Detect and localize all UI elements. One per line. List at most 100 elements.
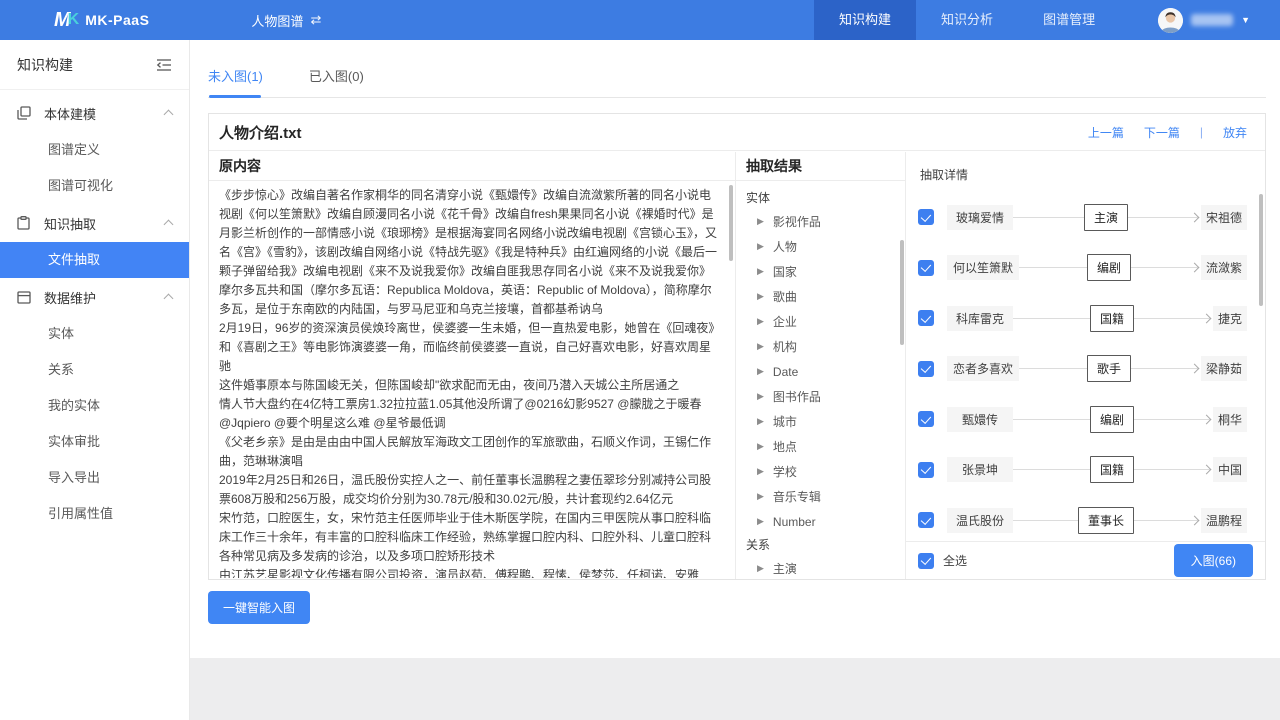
sidebar-item-graph-define[interactable]: 图谱定义 bbox=[0, 132, 189, 168]
tree-item-entity-type[interactable]: ▶学校 bbox=[746, 459, 901, 484]
tree-item-entity-type[interactable]: ▶ Number bbox=[746, 509, 901, 534]
avatar[interactable] bbox=[1158, 8, 1183, 33]
paragraph: 宋竹范，口腔医生，女，宋竹范主任医师毕业于佳木斯医学院，在国内三甲医院从事口腔科… bbox=[219, 509, 718, 566]
relation-label: 董事长 bbox=[1078, 507, 1134, 534]
source-entity: 恋者多喜欢 bbox=[947, 356, 1019, 381]
nav-tab-graph-manage[interactable]: 图谱管理 bbox=[1018, 0, 1120, 40]
tree-item-label: 图书作品 bbox=[773, 388, 821, 405]
tree-item-label: Number bbox=[773, 515, 816, 529]
sidebar-item-my-entity[interactable]: 我的实体 bbox=[0, 388, 189, 424]
smart-enter-graph-button[interactable]: 一键智能入图 bbox=[208, 591, 310, 624]
paragraph: 这件婚事原本与陈国峻无关，但陈国峻却"欲求配而无由，夜间乃潜入天城公主所居通之 bbox=[219, 376, 718, 395]
edge-arrow bbox=[1131, 267, 1199, 268]
edge-line bbox=[1013, 469, 1090, 470]
logo-k-glyph: K bbox=[68, 11, 80, 29]
tree-item-label: 人物 bbox=[773, 238, 797, 255]
row-checkbox[interactable] bbox=[918, 310, 934, 326]
caret-right-icon[interactable]: ▶ bbox=[757, 516, 764, 527]
tree-item-entity-type[interactable]: ▶ 机构 bbox=[746, 334, 901, 359]
row-checkbox[interactable] bbox=[918, 361, 934, 377]
content-scrollbar[interactable] bbox=[729, 185, 733, 261]
row-checkbox[interactable] bbox=[918, 512, 934, 528]
row-checkbox[interactable] bbox=[918, 209, 934, 225]
sidebar-group-extraction[interactable]: 知识抽取 bbox=[0, 204, 189, 242]
chevron-up-icon bbox=[164, 220, 174, 230]
row-checkbox[interactable] bbox=[918, 260, 934, 276]
select-all-checkbox[interactable] bbox=[918, 553, 934, 569]
tree-item-entity-type[interactable]: ▶音乐专辑 bbox=[746, 484, 901, 509]
sidebar-item-ref-attr-value[interactable]: 引用属性值 bbox=[0, 496, 189, 532]
caret-right-icon[interactable]: ▶ bbox=[757, 216, 764, 227]
tree-item-entity-type[interactable]: ▶影视作品 bbox=[746, 209, 901, 234]
tree-scrollbar[interactable] bbox=[900, 240, 904, 345]
caret-right-icon[interactable]: ▶ bbox=[757, 241, 764, 252]
extract-result-panel: 抽取结果 实体 ▶影视作品 ▶人物 ▶国家 ▶歌曲 ▶企业 ▶机构 ▶Date … bbox=[736, 152, 906, 579]
caret-right-icon[interactable]: ▶ bbox=[757, 341, 764, 352]
collapse-sidebar-icon[interactable] bbox=[156, 58, 172, 72]
caret-right-icon[interactable]: ▶ bbox=[757, 416, 764, 427]
prev-doc-link[interactable]: 上一篇 bbox=[1088, 124, 1124, 141]
source-entity: 温氏股份 bbox=[947, 508, 1013, 533]
document-card: 人物介绍.txt 上一篇 下一篇 | 放弃 原内容 《步步惊心》改编自著名作家桐… bbox=[208, 113, 1266, 580]
tree-item-label: 企业 bbox=[773, 313, 797, 330]
user-menu[interactable]: ▼ bbox=[1158, 8, 1250, 33]
caret-right-icon[interactable]: ▶ bbox=[757, 391, 764, 402]
tree-item-entity-type[interactable]: ▶国家 bbox=[746, 259, 901, 284]
caret-right-icon[interactable]: ▶ bbox=[757, 466, 764, 477]
tree-item-entity-type[interactable]: ▶ 图书作品 bbox=[746, 384, 901, 409]
detail-scrollbar[interactable] bbox=[1259, 194, 1263, 306]
nav-tab-knowledge-build[interactable]: 知识构建 bbox=[814, 0, 916, 40]
tree-item-entity-type[interactable]: ▶地点 bbox=[746, 434, 901, 459]
app-logo[interactable]: M K MK-PaaS bbox=[54, 9, 149, 32]
sidebar-item-graph-visualize[interactable]: 图谱可视化 bbox=[0, 168, 189, 204]
tree-item-label: 机构 bbox=[773, 338, 797, 355]
tab-not-in-graph[interactable]: 未入图(1) bbox=[208, 58, 263, 97]
tab-in-graph[interactable]: 已入图(0) bbox=[309, 58, 364, 97]
extract-detail-panel: 抽取详情 玻璃爱情 主演 宋祖德 何以笙箫默 编剧 bbox=[906, 152, 1265, 579]
caret-right-icon[interactable]: ▶ bbox=[757, 491, 764, 502]
edge-line bbox=[1013, 520, 1078, 521]
sidebar-item-relation[interactable]: 关系 bbox=[0, 352, 189, 388]
source-entity: 甄嬛传 bbox=[947, 407, 1013, 432]
tree-item-entity-type[interactable]: ▶歌曲 bbox=[746, 284, 901, 309]
row-checkbox[interactable] bbox=[918, 411, 934, 427]
target-entity: 流潋紫 bbox=[1201, 255, 1247, 280]
sidebar-group-data-maintain[interactable]: 数据维护 bbox=[0, 278, 189, 316]
tree-item-entity-type[interactable]: ▶ 人物 bbox=[746, 234, 901, 259]
caret-right-icon[interactable]: ▶ bbox=[757, 266, 764, 277]
sidebar-item-entity-approval[interactable]: 实体审批 bbox=[0, 424, 189, 460]
paragraph: 2月19日，96岁的资深演员侯焕玲离世，侯婆婆一生未婚，但一直热爱电影，她曾在《… bbox=[219, 319, 718, 376]
caret-right-icon[interactable]: ▶ bbox=[757, 316, 764, 327]
triple-row: 何以笙箫默 编剧 流潋紫 bbox=[906, 243, 1257, 294]
caret-right-icon[interactable]: ▶ bbox=[757, 441, 764, 452]
select-all-label: 全选 bbox=[943, 552, 967, 569]
sidebar-group-ontology[interactable]: 本体建模 bbox=[0, 94, 189, 132]
next-doc-link[interactable]: 下一篇 bbox=[1144, 124, 1180, 141]
document-title: 人物介绍.txt bbox=[219, 122, 302, 143]
extract-result-header: 抽取结果 bbox=[736, 152, 905, 181]
enter-graph-button[interactable]: 入图(66) bbox=[1174, 544, 1253, 577]
caret-right-icon[interactable]: ▶ bbox=[757, 366, 764, 377]
sidebar-item-entity[interactable]: 实体 bbox=[0, 316, 189, 352]
tree-item-entity-type[interactable]: ▶Date bbox=[746, 359, 901, 384]
nav-tab-knowledge-analysis[interactable]: 知识分析 bbox=[916, 0, 1018, 40]
row-checkbox[interactable] bbox=[918, 462, 934, 478]
edge-arrow bbox=[1134, 469, 1211, 470]
caret-right-icon[interactable]: ▶ bbox=[757, 563, 764, 574]
graph-switcher[interactable]: 人物图谱 ⇄ bbox=[251, 11, 321, 30]
tree-item-entity-type[interactable]: ▶城市 bbox=[746, 409, 901, 434]
switch-graph-icon[interactable]: ⇄ bbox=[310, 12, 321, 28]
abandon-link[interactable]: 放弃 bbox=[1223, 124, 1247, 141]
tree-item-relation-type[interactable]: ▶主演 bbox=[746, 556, 901, 579]
sidebar-item-file-extraction[interactable]: 文件抽取 bbox=[0, 242, 189, 278]
document-actions: 上一篇 下一篇 | 放弃 bbox=[1088, 124, 1255, 141]
sidebar-item-import-export[interactable]: 导入导出 bbox=[0, 460, 189, 496]
sidebar-header: 知识构建 bbox=[0, 40, 189, 90]
sidebar: 知识构建 本体建模 图谱定义 图谱可视化 bbox=[0, 40, 190, 720]
relation-label: 国籍 bbox=[1090, 305, 1134, 332]
tree-root-relation: 关系 bbox=[746, 534, 901, 556]
triple-row: 甄嬛传 编剧 桐华 bbox=[906, 394, 1257, 445]
caret-right-icon[interactable]: ▶ bbox=[757, 291, 764, 302]
tree-item-entity-type[interactable]: ▶ 企业 bbox=[746, 309, 901, 334]
relation-label: 编剧 bbox=[1087, 254, 1131, 281]
